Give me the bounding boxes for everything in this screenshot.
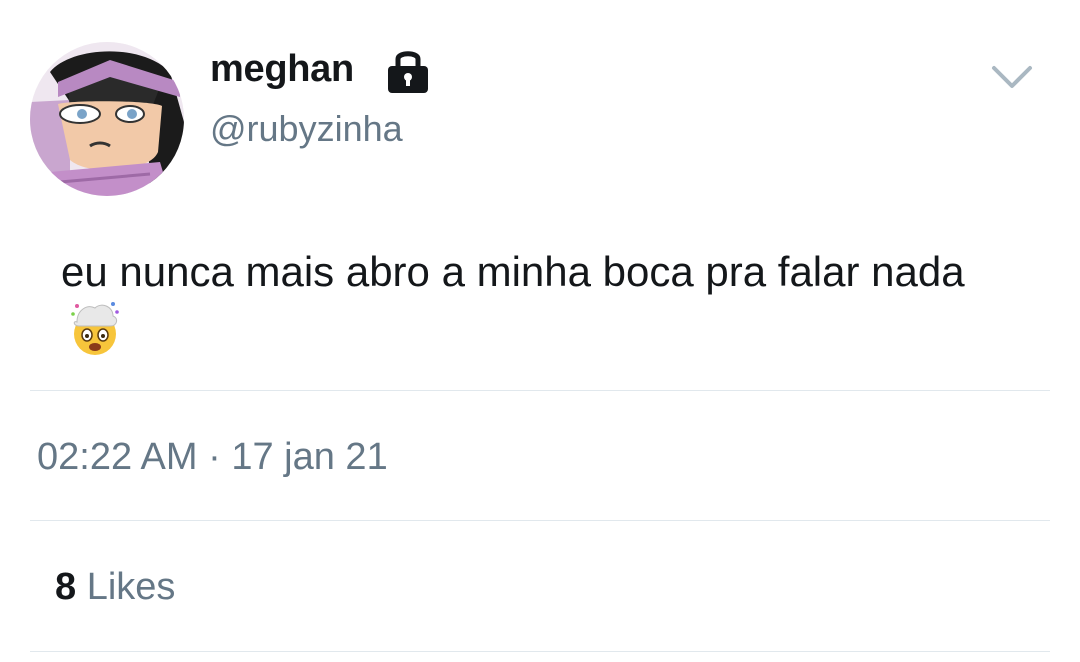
- tweet-body: eu nunca mais abro a minha boca pra fala…: [61, 248, 965, 295]
- likes-stat[interactable]: 8 Likes: [55, 566, 175, 609]
- tweet-time: 02:22 AM: [37, 436, 198, 478]
- avatar[interactable]: [30, 42, 184, 196]
- divider: [30, 390, 1050, 391]
- timestamp-separator: ·: [208, 436, 221, 478]
- likes-label: Likes: [86, 566, 176, 608]
- exploding-head-emoji-icon: [71, 302, 119, 355]
- tweet-text: eu nunca mais abro a minha boca pra fala…: [61, 244, 1021, 360]
- display-name[interactable]: meghan: [210, 48, 354, 91]
- tweet-date: 17 jan 21: [231, 436, 388, 478]
- lock-icon: [388, 51, 428, 93]
- likes-count: 8: [55, 566, 77, 608]
- chevron-down-icon[interactable]: [990, 62, 1034, 92]
- timestamp[interactable]: 02:22 AM · 17 jan 21: [37, 436, 388, 479]
- user-handle[interactable]: @rubyzinha: [210, 108, 403, 150]
- divider: [30, 520, 1050, 521]
- divider: [30, 651, 1050, 652]
